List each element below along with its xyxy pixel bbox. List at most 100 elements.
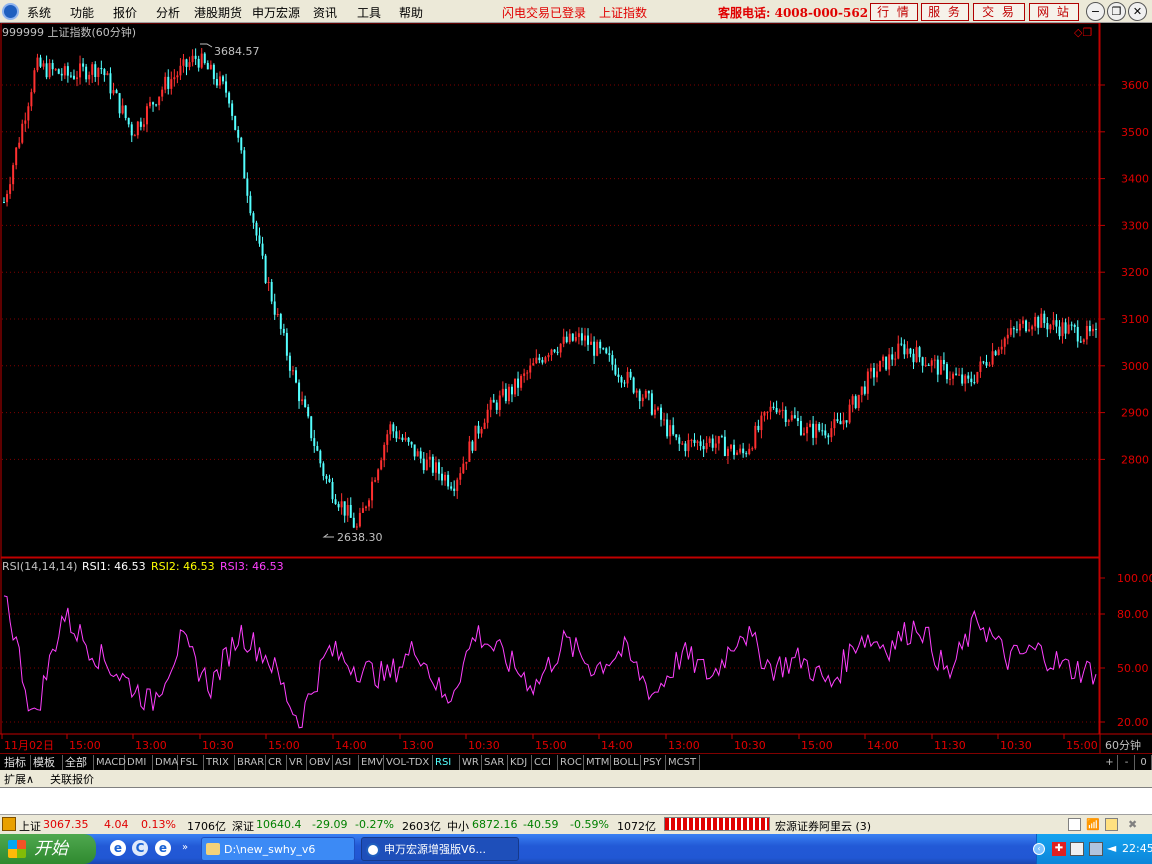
high-marker	[200, 43, 213, 48]
candle-body	[623, 382, 626, 384]
menu-item-hk-futures[interactable]: 港股期货	[194, 4, 242, 21]
index-name[interactable]: 上证指数	[599, 4, 647, 21]
indicator-tab-全部[interactable]: 全部	[63, 755, 94, 770]
clock[interactable]: 22:45	[1122, 842, 1152, 855]
expand-quicklaunch-icon[interactable]: »	[182, 842, 188, 853]
nav-service-button[interactable]: 服 务	[921, 3, 969, 21]
candle-body	[824, 430, 827, 436]
zoom-in-button[interactable]: +	[1102, 755, 1118, 770]
menu-item-quote[interactable]: 报价	[113, 4, 137, 21]
candle-body	[906, 348, 909, 355]
nav-website-button[interactable]: 网 站	[1029, 3, 1079, 21]
candle-body	[1073, 324, 1076, 327]
indicator-tab-boll[interactable]: BOLL	[611, 755, 641, 770]
candle-body	[912, 353, 915, 363]
candle-body	[526, 372, 529, 374]
indicator-tab-mtm[interactable]: MTM	[584, 755, 611, 770]
kline-chart[interactable]: 999999 上证指数(60分钟) ◇❐ 3684.57 2638.30 360…	[0, 22, 1152, 753]
expand-button[interactable]: 扩展∧	[4, 771, 34, 787]
candle-body	[1046, 323, 1049, 330]
indicator-tab-sar[interactable]: SAR	[482, 755, 508, 770]
candle-body	[948, 378, 951, 380]
rsi-line	[3, 595, 1097, 729]
indicator-tab-brar[interactable]: BRAR	[235, 755, 266, 770]
candle-body	[760, 415, 763, 431]
menu-item-function[interactable]: 功能	[70, 4, 94, 21]
candle-body	[882, 356, 885, 361]
task-explorer[interactable]: D:\new_swhy_v6	[201, 837, 355, 861]
indicator-tab-psy[interactable]: PSY	[641, 755, 666, 770]
indicator-tab-fsl[interactable]: FSL	[178, 755, 204, 770]
tray-network-icon[interactable]	[1089, 842, 1103, 856]
menu-item-system[interactable]: 系统	[27, 4, 51, 21]
broker-server[interactable]: 宏源证券阿里云 (3)	[775, 818, 871, 834]
indicator-tab-macd[interactable]: MACD	[94, 755, 126, 770]
indicator-tab-asi[interactable]: ASI	[333, 755, 359, 770]
candle-body	[282, 328, 285, 333]
candle-body	[54, 69, 57, 71]
reset-button[interactable]: 0	[1136, 755, 1152, 770]
tray-display-icon[interactable]	[1070, 842, 1084, 856]
candle-body	[571, 333, 574, 341]
tray-volume-icon[interactable]: ◄	[1107, 841, 1116, 855]
zoom-out-button[interactable]: -	[1119, 755, 1135, 770]
menu-item-swhy[interactable]: 申万宏源	[252, 4, 300, 21]
indicator-tab-vol-tdx[interactable]: VOL-TDX	[384, 755, 433, 770]
sz-percent: -0.27%	[355, 818, 394, 831]
indicator-tab-trix[interactable]: TRIX	[204, 755, 235, 770]
menu-item-analysis[interactable]: 分析	[156, 4, 180, 21]
indicator-tab-roc[interactable]: ROC	[558, 755, 584, 770]
signal-icon[interactable]: 📶	[1086, 818, 1100, 831]
tray-app-icon[interactable]: ✚	[1052, 842, 1066, 856]
zx-percent: -0.59%	[570, 818, 609, 831]
menu-item-tools[interactable]: 工具	[357, 4, 381, 21]
ie-quicklaunch-icon[interactable]: e	[110, 840, 126, 856]
indicator-tab-mcst[interactable]: MCST	[666, 755, 700, 770]
nav-trade-button[interactable]: 交 易	[973, 3, 1025, 21]
candle-body	[635, 390, 638, 393]
tray-expand-icon[interactable]: ‹	[1033, 843, 1045, 855]
candle-body	[1021, 320, 1024, 324]
candle-body	[158, 96, 161, 106]
chart-area[interactable]: 999999 上证指数(60分钟) ◇❐ 3684.57 2638.30 360…	[0, 22, 1152, 753]
indicator-tab-cr[interactable]: CR	[266, 755, 287, 770]
candle-body	[109, 73, 112, 94]
tool-icon[interactable]: ✖	[1128, 818, 1137, 831]
candle-body	[705, 443, 708, 450]
candle-body	[675, 434, 678, 438]
indicator-tab-emv[interactable]: EMV	[359, 755, 384, 770]
candle-body	[857, 394, 860, 408]
indicator-tab-指标[interactable]: 指标	[2, 755, 31, 770]
start-button[interactable]: 开始	[0, 834, 96, 864]
indicator-tab-kdj[interactable]: KDJ	[508, 755, 532, 770]
browser-quicklaunch-icon[interactable]: C	[132, 840, 148, 856]
candle-body	[218, 76, 221, 86]
indicator-tab-dma[interactable]: DMA	[153, 755, 178, 770]
task-swhy[interactable]: 申万宏源增强版V6...	[361, 837, 519, 861]
close-icon[interactable]: ✕	[1128, 2, 1147, 21]
candle-body	[787, 420, 790, 422]
related-quotes-tab[interactable]: 关联报价	[50, 771, 94, 787]
restore-icon[interactable]: ❐	[1107, 2, 1126, 21]
lock-icon[interactable]	[1105, 818, 1118, 831]
indicator-tab-rsi[interactable]: RSI	[433, 755, 460, 770]
chart-maximize-icon: ◇❐	[1074, 26, 1092, 39]
candle-body	[1012, 328, 1015, 330]
candle-body	[444, 474, 447, 481]
indicator-tab-cci[interactable]: CCI	[532, 755, 558, 770]
menu-item-help[interactable]: 帮助	[399, 4, 423, 21]
minimize-icon[interactable]: −	[1086, 2, 1105, 21]
candle-body	[441, 473, 444, 481]
candle-body	[757, 425, 760, 431]
indicator-tab-模板[interactable]: 模板	[31, 755, 63, 770]
indicator-tab-wr[interactable]: WR	[460, 755, 482, 770]
candle-body	[644, 391, 647, 398]
nav-quotes-button[interactable]: 行 情	[870, 3, 918, 21]
indicator-tab-dmi[interactable]: DMI	[125, 755, 153, 770]
candle-body	[231, 103, 234, 116]
indicator-tab-vr[interactable]: VR	[287, 755, 307, 770]
window-icon[interactable]	[1068, 818, 1081, 831]
menu-item-news[interactable]: 资讯	[313, 4, 337, 21]
ie2-quicklaunch-icon[interactable]: e	[155, 840, 171, 856]
indicator-tab-obv[interactable]: OBV	[307, 755, 333, 770]
